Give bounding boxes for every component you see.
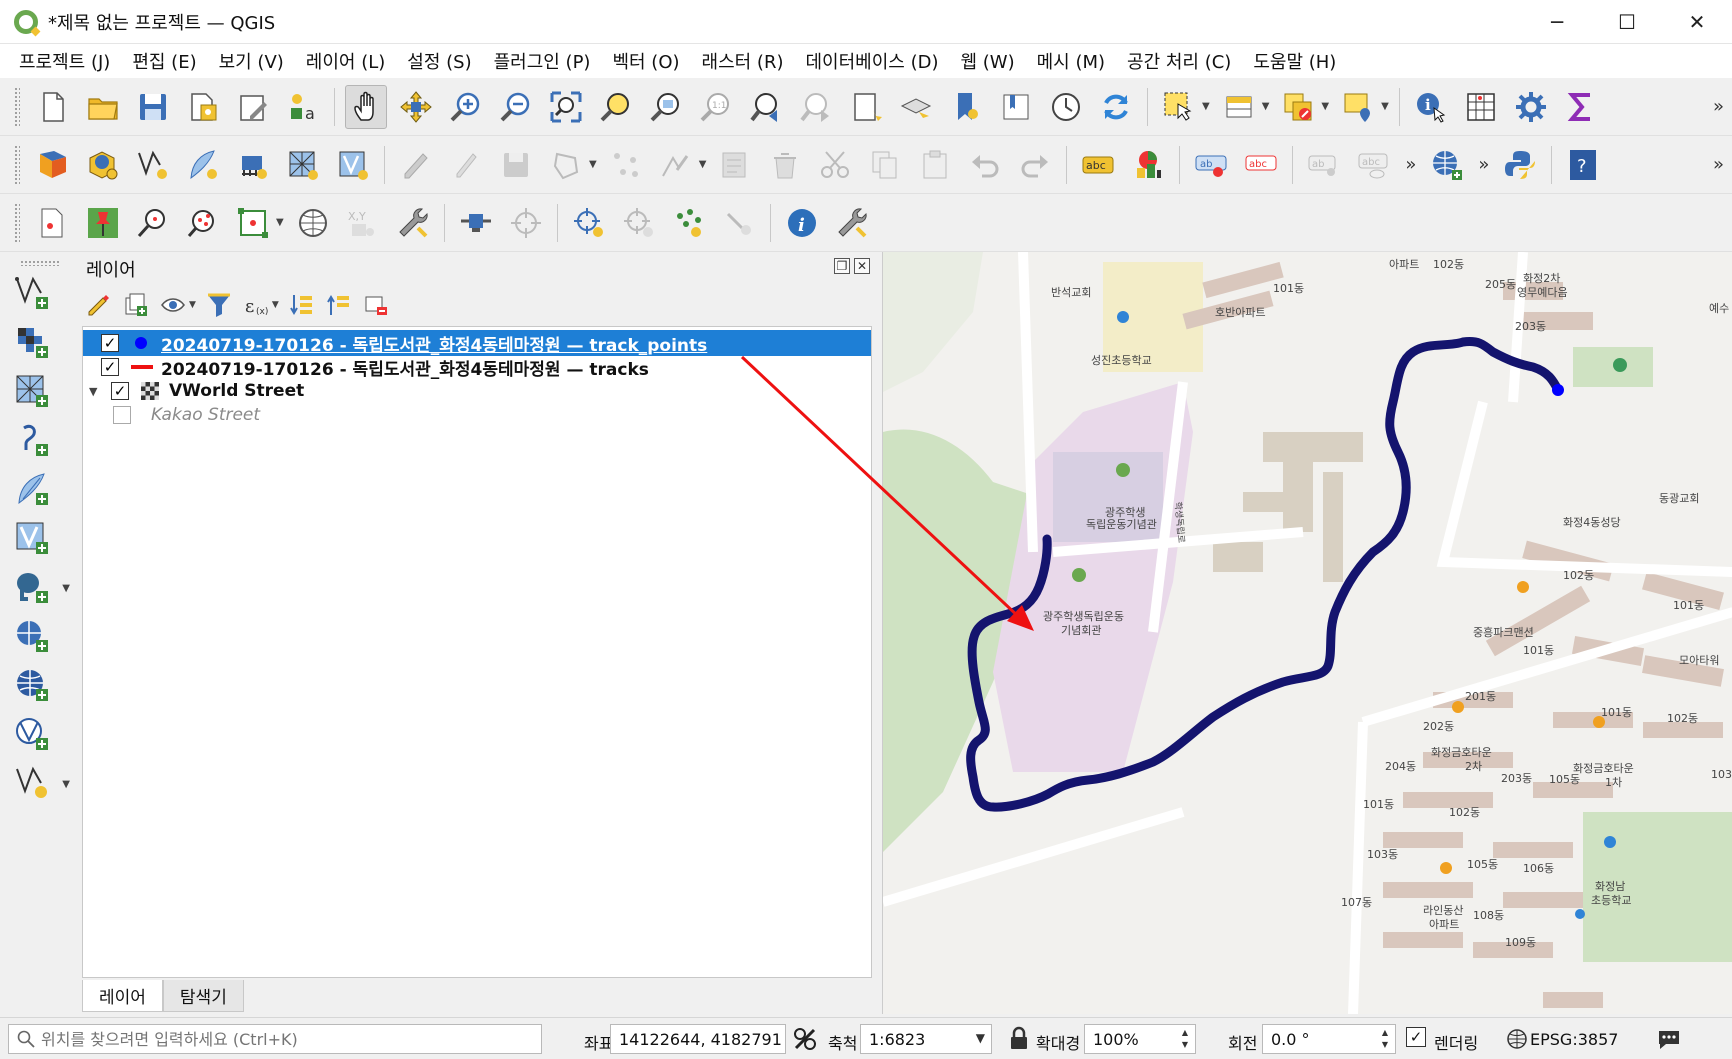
rotation-label: 회전: [1228, 1034, 1258, 1053]
spin-arrows-icon[interactable]: ▲ ▼: [1177, 1027, 1193, 1051]
rotation-value: 0.0 °: [1271, 1029, 1310, 1049]
magnifier-value: 100%: [1093, 1029, 1139, 1049]
annotation-arrow: [740, 355, 1034, 631]
scale-value: 1:6823: [869, 1029, 926, 1049]
toggle-extents-icon[interactable]: [792, 1026, 818, 1052]
chevron-down-icon[interactable]: ▼: [976, 1031, 985, 1045]
status-bar: 좌표 14122644, 4182791 축척 1:6823▼ 확대경 100%…: [0, 1017, 1732, 1059]
render-checkbox[interactable]: ✓: [1406, 1027, 1426, 1047]
crs-button[interactable]: EPSG:3857: [1530, 1030, 1618, 1049]
magnifier-label: 확대경: [1036, 1034, 1081, 1053]
search-icon: [17, 1030, 35, 1048]
scale-combobox[interactable]: 1:6823 ▼: [860, 1024, 992, 1054]
spin-arrows-icon[interactable]: ▲ ▼: [1377, 1027, 1393, 1051]
crs-globe-icon[interactable]: [1506, 1028, 1528, 1050]
locator-bar[interactable]: [8, 1024, 542, 1054]
coordinate-value: 14122644, 4182791: [619, 1029, 782, 1049]
rotation-spinbox[interactable]: 0.0 ° ▲ ▼: [1262, 1024, 1396, 1054]
magnifier-spinbox[interactable]: 100% ▲ ▼: [1084, 1024, 1196, 1054]
messages-icon[interactable]: [1656, 1026, 1682, 1052]
locator-input[interactable]: [41, 1029, 521, 1049]
lock-scale-icon[interactable]: [1006, 1026, 1032, 1052]
scale-label: 축척: [828, 1034, 858, 1053]
coordinate-field[interactable]: 14122644, 4182791: [610, 1024, 786, 1054]
render-label: 렌더링: [1434, 1034, 1479, 1053]
